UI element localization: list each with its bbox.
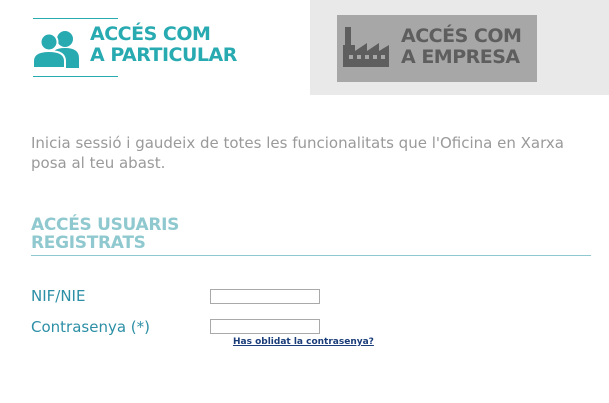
section-title-line1: ACCÉS USUARIS (31, 215, 180, 235)
intro-text: Inicia sessió i gaudeix de totes les fun… (31, 134, 564, 172)
tab-particular-top-rule (33, 18, 118, 19)
nif-input[interactable] (210, 289, 320, 304)
people-icon (32, 31, 79, 68)
tab-empresa[interactable]: ACCÉS COM A EMPRESA (337, 15, 537, 82)
tab-empresa-title: ACCÉS COM A EMPRESA (401, 25, 522, 68)
section-divider (31, 255, 591, 256)
tab-particular-title: ACCÉS COM A PARTICULAR (90, 24, 237, 66)
section-title-line2: REGISTRATS (31, 233, 146, 253)
forgot-password-link[interactable]: Has oblidat la contrasenya? (233, 337, 374, 347)
tab-particular-line1: ACCÉS COM (90, 23, 211, 45)
tab-empresa-line1: ACCÉS COM (401, 25, 522, 47)
password-label: Contrasenya (*) (31, 318, 150, 336)
tab-particular-line2: A PARTICULAR (90, 44, 237, 66)
tab-empresa-line2: A EMPRESA (401, 46, 520, 68)
password-input[interactable] (210, 319, 320, 334)
nif-label: NIF/NIE (31, 287, 86, 305)
factory-icon (343, 27, 389, 67)
section-title: ACCÉS USUARIS REGISTRATS (31, 216, 179, 252)
tab-particular[interactable]: ACCÉS COM A PARTICULAR (0, 0, 310, 95)
tab-particular-bottom-rule (33, 76, 118, 77)
